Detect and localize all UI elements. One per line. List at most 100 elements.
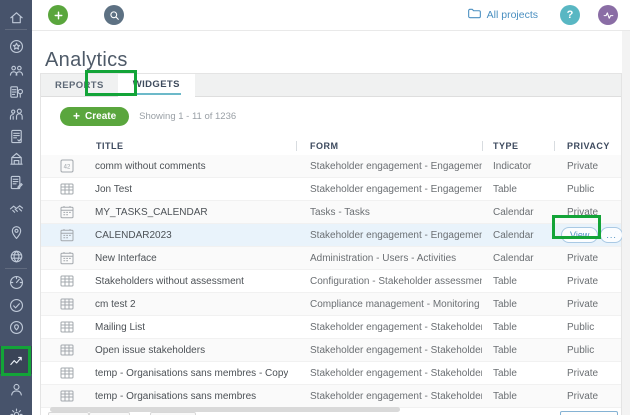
- toolbar: +Create Showing 1 - 11 of 1236: [41, 101, 621, 131]
- row-title: Mailing List: [95, 322, 145, 333]
- column-header-form[interactable]: FORM: [296, 137, 482, 155]
- search-button[interactable]: [104, 5, 124, 25]
- sidebar-item-map-pin[interactable]: [0, 220, 32, 244]
- column-header-type[interactable]: TYPE: [482, 137, 554, 155]
- row-form: Tasks - Tasks: [296, 207, 482, 218]
- commitments-icon: [8, 174, 25, 191]
- row-type: Table: [482, 299, 554, 310]
- gauge-icon: [8, 274, 25, 291]
- sidebar-item-favorites[interactable]: [0, 34, 32, 58]
- table-row[interactable]: Open issue stakeholdersStakeholder engag…: [41, 339, 621, 362]
- row-title: cm test 2: [95, 299, 136, 310]
- page-title: Analytics: [45, 49, 128, 72]
- row-type: Table: [482, 184, 554, 195]
- table-body: 42 comm without comments Stakeholder engag…: [41, 155, 621, 408]
- sidebar-item-engagements[interactable]: [0, 80, 32, 104]
- map-pin-icon: [8, 224, 25, 241]
- row-privacy: Private: [567, 276, 598, 287]
- table-row[interactable]: Jon TestStakeholder engagement - Engagem…: [41, 178, 621, 201]
- table-row[interactable]: New Interface Administration - Users - Ac…: [41, 247, 621, 270]
- column-divider: [482, 141, 483, 151]
- analytics-icon: [8, 352, 25, 369]
- row-type: Table: [482, 345, 554, 356]
- sidebar-item-home[interactable]: [0, 5, 32, 29]
- row-privacy: Private: [567, 368, 598, 379]
- row-form: Administration - Users - Activities: [296, 253, 482, 264]
- row-type: Calendar: [482, 207, 554, 218]
- column-header-title[interactable]: TITLE: [41, 137, 296, 155]
- sidebar-item-forms[interactable]: [0, 124, 32, 148]
- table-row[interactable]: Stakeholders without assessmentConfigura…: [41, 270, 621, 293]
- row-title: comm without comments: [95, 161, 206, 172]
- page-size-select[interactable]: [560, 411, 618, 415]
- row-type: Table: [482, 391, 554, 402]
- all-projects-label: All projects: [487, 9, 538, 21]
- row-type: Table: [482, 368, 554, 379]
- sidebar-item-settings[interactable]: [0, 402, 32, 415]
- sidebar-item-analytics[interactable]: [0, 346, 32, 374]
- column-divider: [554, 141, 555, 151]
- calendar-icon: [60, 228, 74, 242]
- profile-icon: [8, 381, 25, 398]
- row-type: Indicator: [482, 161, 554, 172]
- sidebar-item-groups[interactable]: [0, 102, 32, 126]
- row-privacy: Public: [567, 345, 594, 356]
- sidebar-item-commitments[interactable]: [0, 170, 32, 194]
- row-form: Compliance management - Monitoring - Cor…: [296, 299, 482, 310]
- row-form: Stakeholder engagement - Stakeholders - …: [296, 368, 482, 379]
- table-icon: [60, 366, 74, 380]
- row-privacy: Private: [567, 161, 598, 172]
- calendar-icon: [60, 205, 74, 219]
- sidebar-divider: [5, 268, 27, 269]
- table-row[interactable]: cm test 2 Compliance management - Monitor…: [41, 293, 621, 316]
- table-row[interactable]: Mailing List Stakeholder engagement - Sta…: [41, 316, 621, 339]
- table-row[interactable]: MY_TASKS_CALENDARTasks - TasksCalendarPr…: [41, 201, 621, 224]
- home-icon: [8, 9, 25, 26]
- row-form: Stakeholder engagement - Stakeholders - …: [296, 322, 482, 333]
- table-row[interactable]: 42comm without commentsStakeholder engag…: [41, 155, 621, 178]
- table-row[interactable]: CALENDAR2023Stakeholder engagement - Eng…: [41, 224, 621, 247]
- create-button[interactable]: +Create: [60, 107, 129, 126]
- sidebar-item-environment[interactable]: [0, 244, 32, 268]
- sidebar-item-locations[interactable]: [0, 315, 32, 339]
- view-button[interactable]: View: [561, 227, 598, 243]
- table-row[interactable]: temp - Organisations sans membres - Copy…: [41, 362, 621, 385]
- row-privacy: Private: [567, 253, 598, 264]
- row-form: Stakeholder engagement - Engagements - C…: [296, 230, 482, 241]
- all-projects-button[interactable]: All projects: [467, 6, 538, 24]
- vertical-scrollbar-track[interactable]: [622, 30, 630, 415]
- table-icon: [60, 320, 74, 334]
- forms-icon: [8, 128, 25, 145]
- row-type: Calendar: [482, 230, 554, 241]
- app-window: All projects ? Analytics REPORTS WIDGETS…: [0, 0, 630, 415]
- add-button[interactable]: [48, 5, 68, 25]
- more-button[interactable]: ...: [600, 227, 623, 243]
- tab-widgets[interactable]: WIDGETS: [118, 74, 195, 97]
- table-icon: [60, 297, 74, 311]
- account-button[interactable]: [598, 5, 618, 25]
- sidebar-item-approvals[interactable]: [0, 293, 32, 317]
- topbar: All projects ?: [32, 0, 630, 31]
- sidebar-divider: [5, 29, 27, 30]
- help-button[interactable]: ?: [560, 5, 580, 25]
- environment-icon: [8, 248, 25, 265]
- sidebar-item-profile[interactable]: [0, 377, 32, 401]
- table-row[interactable]: temp - Organisations sans membresStakeho…: [41, 385, 621, 408]
- row-privacy: Private: [567, 207, 598, 218]
- locations-icon: [8, 319, 25, 336]
- row-title: New Interface: [95, 253, 157, 264]
- sidebar-item-organizations[interactable]: [0, 146, 32, 170]
- column-header-privacy[interactable]: PRIVACY: [554, 137, 621, 155]
- sidebar-item-gauge[interactable]: [0, 270, 32, 294]
- sidebar-item-partnerships[interactable]: [0, 196, 32, 220]
- row-form: Stakeholder engagement - Engagements - C…: [296, 184, 482, 195]
- approvals-icon: [8, 297, 25, 314]
- row-privacy: Public: [567, 184, 594, 195]
- svg-text:42: 42: [64, 165, 71, 171]
- table-icon: [60, 343, 74, 357]
- row-form: Stakeholder engagement - Stakeholders - …: [296, 345, 482, 356]
- tab-reports[interactable]: REPORTS: [41, 74, 118, 96]
- sidebar-item-stakeholders[interactable]: [0, 58, 32, 82]
- pulse-icon: [602, 9, 615, 22]
- plus-icon: +: [73, 110, 80, 122]
